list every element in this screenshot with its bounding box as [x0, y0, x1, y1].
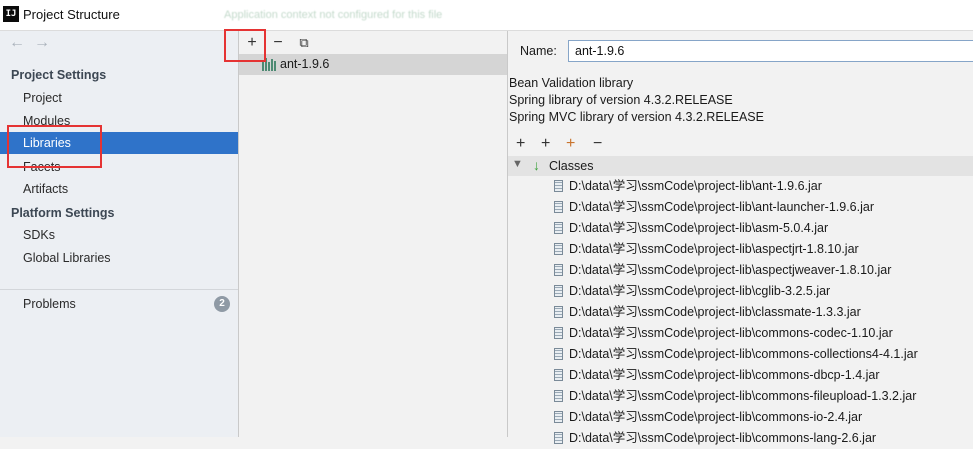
description-line: Spring MVC library of version 4.3.2.RELE…	[509, 110, 764, 124]
intellij-app-icon: IJ	[3, 6, 19, 22]
problems-count-badge: 2	[214, 296, 230, 312]
forward-arrow-icon[interactable]: →	[34, 34, 50, 52]
project-settings-heading: Project Settings	[11, 68, 107, 82]
jar-item[interactable]: D:\data\学习\ssmCode\project-lib\commons-c…	[554, 323, 893, 344]
jar-icon	[554, 264, 563, 276]
background-banner-text: Application context not configured for t…	[224, 9, 443, 21]
jar-icon	[554, 243, 563, 255]
jar-icon	[554, 369, 563, 381]
copy-library-icon[interactable]: ⧉	[294, 33, 314, 53]
jar-icon	[554, 180, 563, 192]
libraries-panel: + − ⧉ ant-1.9.6	[239, 31, 508, 437]
jar-item[interactable]: D:\data\学习\ssmCode\project-lib\commons-l…	[554, 428, 876, 449]
jar-icon	[554, 411, 563, 423]
sidebar-divider	[0, 289, 238, 290]
back-arrow-icon[interactable]: ←	[9, 34, 25, 52]
jar-item[interactable]: D:\data\学习\ssmCode\project-lib\aspectjwe…	[554, 260, 891, 281]
library-name: ant-1.9.6	[280, 57, 330, 71]
jar-item[interactable]: D:\data\学习\ssmCode\project-lib\commons-c…	[554, 344, 918, 365]
jar-item[interactable]: D:\data\学习\ssmCode\project-lib\cglib-3.2…	[554, 281, 830, 302]
description-line: Bean Validation library	[509, 76, 634, 90]
jar-item[interactable]: D:\data\学习\ssmCode\project-lib\classmate…	[554, 302, 861, 323]
classes-node[interactable]: ▼ ↓ Classes	[508, 156, 973, 176]
jar-item[interactable]: D:\data\学习\ssmCode\project-lib\commons-d…	[554, 365, 880, 386]
libraries-highlight	[7, 125, 102, 168]
jar-icon	[554, 306, 563, 318]
platform-settings-heading: Platform Settings	[11, 206, 115, 220]
sidebar-item-project[interactable]: Project	[0, 87, 238, 109]
add-with-settings-button[interactable]: +	[541, 135, 550, 153]
jar-icon	[554, 285, 563, 297]
jar-icon	[554, 201, 563, 213]
window-title: Project Structure	[23, 7, 120, 22]
name-label: Name:	[520, 44, 557, 58]
jar-item[interactable]: D:\data\学习\ssmCode\project-lib\aspectjrt…	[554, 239, 859, 260]
jar-icon	[554, 390, 563, 402]
sidebar: ← → Project Settings Project Modules Lib…	[0, 31, 239, 437]
jar-icon	[554, 222, 563, 234]
remove-root-button[interactable]: −	[593, 135, 602, 153]
description-line: Spring library of version 4.3.2.RELEASE	[509, 93, 733, 107]
sidebar-item-sdks[interactable]: SDKs	[0, 224, 238, 246]
jar-icon	[554, 432, 563, 444]
chevron-down-icon[interactable]: ▼	[512, 158, 523, 170]
library-name-field[interactable]	[568, 40, 973, 62]
jar-icon	[554, 348, 563, 360]
jar-icon	[554, 327, 563, 339]
remove-library-button[interactable]: −	[268, 33, 288, 53]
add-button-highlight	[224, 29, 266, 62]
sidebar-item-artifacts[interactable]: Artifacts	[0, 178, 238, 200]
add-jar-directory-button[interactable]: +	[566, 135, 575, 153]
sidebar-item-problems[interactable]: Problems 2	[0, 293, 238, 315]
jar-item[interactable]: D:\data\学习\ssmCode\project-lib\ant-launc…	[554, 197, 874, 218]
jar-item[interactable]: D:\data\学习\ssmCode\project-lib\commons-f…	[554, 386, 916, 407]
classes-download-icon: ↓	[533, 157, 540, 173]
library-list-item[interactable]: ant-1.9.6	[239, 54, 507, 75]
add-root-button[interactable]: +	[516, 135, 525, 153]
jar-item[interactable]: D:\data\学习\ssmCode\project-lib\ant-1.9.6…	[554, 176, 822, 197]
library-details-panel: Name: Bean Validation library Spring lib…	[508, 31, 973, 445]
jar-item[interactable]: D:\data\学习\ssmCode\project-lib\asm-5.0.4…	[554, 218, 828, 239]
sidebar-item-global-libraries[interactable]: Global Libraries	[0, 247, 238, 269]
jar-item[interactable]: D:\data\学习\ssmCode\project-lib\commons-i…	[554, 407, 862, 428]
title-bar: IJ Project Structure Application context…	[0, 0, 973, 31]
classes-label: Classes	[549, 159, 594, 173]
